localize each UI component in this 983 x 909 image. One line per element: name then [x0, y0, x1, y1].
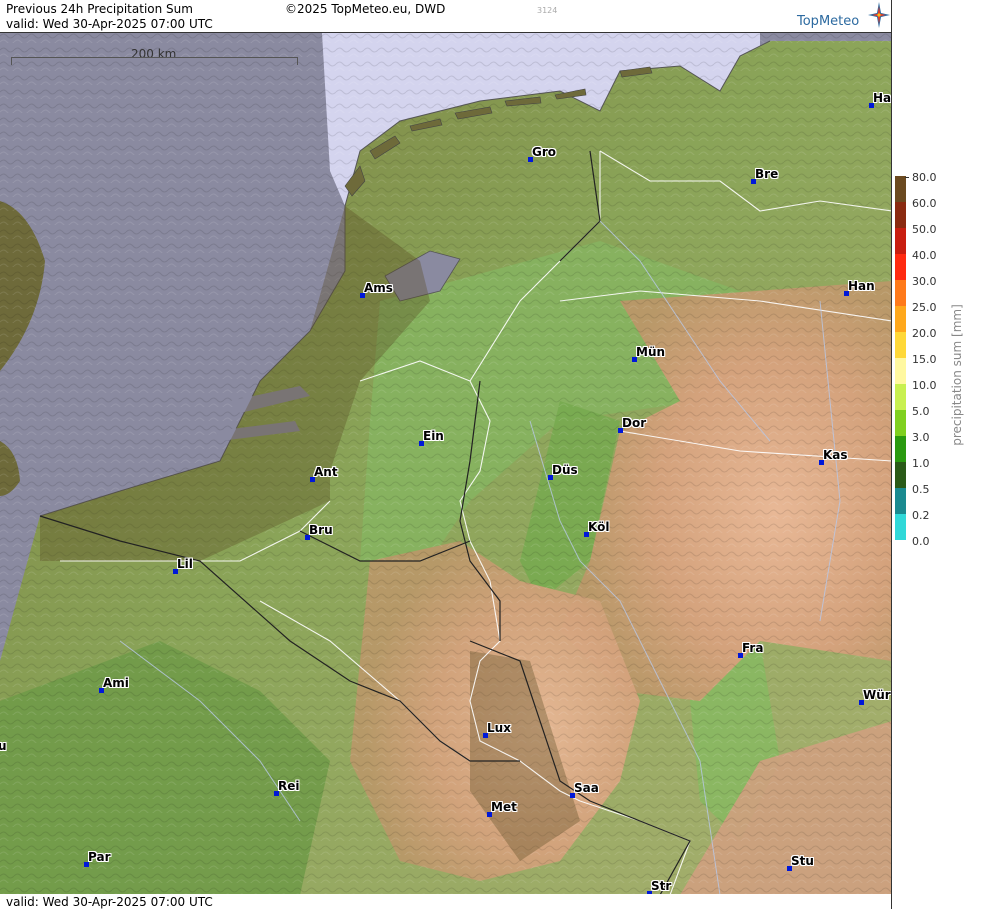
city-label: Bre: [755, 167, 779, 181]
legend-swatch-20: [895, 332, 906, 358]
image-code: 3124: [537, 6, 558, 15]
legend-swatch-50: [895, 228, 906, 254]
city-label: Stu: [791, 854, 814, 868]
legend-value: 5.0: [912, 405, 930, 418]
legend-swatch-1: [895, 462, 906, 488]
legend-value: 15.0: [912, 353, 937, 366]
city-label: Lil: [177, 557, 193, 571]
city-label: Ha: [873, 91, 892, 105]
legend-value: 40.0: [912, 249, 937, 262]
city-label: Str: [651, 879, 672, 893]
legend-value: 0.5: [912, 483, 930, 496]
city-label: Köl: [588, 520, 610, 534]
city-label: Kas: [823, 448, 848, 462]
city-label: Lux: [487, 721, 511, 735]
city-label: Dor: [622, 416, 647, 430]
legend-swatch-60: [895, 202, 906, 228]
city-label: u: [0, 739, 7, 753]
city-label: Mün: [636, 345, 666, 359]
legend-value: 50.0: [912, 223, 937, 236]
city-label: Bru: [309, 523, 333, 537]
legend-value: 3.0: [912, 431, 930, 444]
city-label: Rei: [278, 779, 300, 793]
city-label: Ami: [103, 676, 129, 690]
city-label: Ein: [423, 429, 444, 443]
legend-title: precipitation sum [mm]: [949, 304, 964, 446]
header-bar: Previous 24h Precipitation Sum valid: We…: [0, 0, 892, 32]
map-area[interactable]: 200 km Ha Gro Bre Han Ams Mün Dor Ein Ka…: [0, 32, 892, 896]
legend-value: 60.0: [912, 197, 937, 210]
legend-value: 10.0: [912, 379, 937, 392]
legend-swatch-15: [895, 358, 906, 384]
legend-swatch-40: [895, 254, 906, 280]
legend-value: 30.0: [912, 275, 937, 288]
city-label: Par: [88, 850, 111, 864]
panel-divider: [891, 0, 892, 909]
scale-bar-line: [11, 57, 298, 65]
legend-swatch-25: [895, 306, 906, 332]
legend-value: 0.2: [912, 509, 930, 522]
legend-swatch-30: [895, 280, 906, 306]
city-label: Wür: [863, 688, 891, 702]
legend-swatch-3: [895, 436, 906, 462]
city-label: Saa: [574, 781, 599, 795]
legend-value: 0.0: [912, 535, 930, 548]
legend-swatch-0-5: [895, 488, 906, 514]
city-label: Gro: [532, 145, 557, 159]
city-label: Han: [848, 279, 875, 293]
city-label: Fra: [742, 641, 764, 655]
legend-value: 25.0: [912, 301, 937, 314]
legend-swatch-0-2: [895, 514, 906, 540]
city-label: Met: [491, 800, 517, 814]
valid-time-bottom: valid: Wed 30-Apr-2025 07:00 UTC: [6, 895, 213, 909]
legend-swatch-5: [895, 410, 906, 436]
city-label: Ant: [314, 465, 338, 479]
compass-star-icon: [868, 2, 890, 28]
scale-bar: 200 km: [11, 47, 298, 65]
precip-legend: 80.0 60.0 50.0 40.0 30.0 25.0 20.0 15.0 …: [893, 170, 983, 550]
brand-logo-text[interactable]: TopMeteo: [797, 14, 859, 29]
legend-value: 80.0: [912, 171, 937, 184]
legend-value: 1.0: [912, 457, 930, 470]
legend-value: 20.0: [912, 327, 937, 340]
city-label: Ams: [364, 281, 393, 295]
city-label: Düs: [552, 463, 578, 477]
map-title: Previous 24h Precipitation Sum: [6, 2, 193, 16]
copyright-text: ©2025 TopMeteo.eu, DWD: [285, 2, 446, 16]
legend-swatch-10: [895, 384, 906, 410]
footer-bar: valid: Wed 30-Apr-2025 07:00 UTC: [0, 894, 892, 909]
terrain-map: [0, 33, 892, 895]
legend-swatch-80: [895, 176, 906, 202]
valid-time-top: valid: Wed 30-Apr-2025 07:00 UTC: [6, 17, 213, 31]
